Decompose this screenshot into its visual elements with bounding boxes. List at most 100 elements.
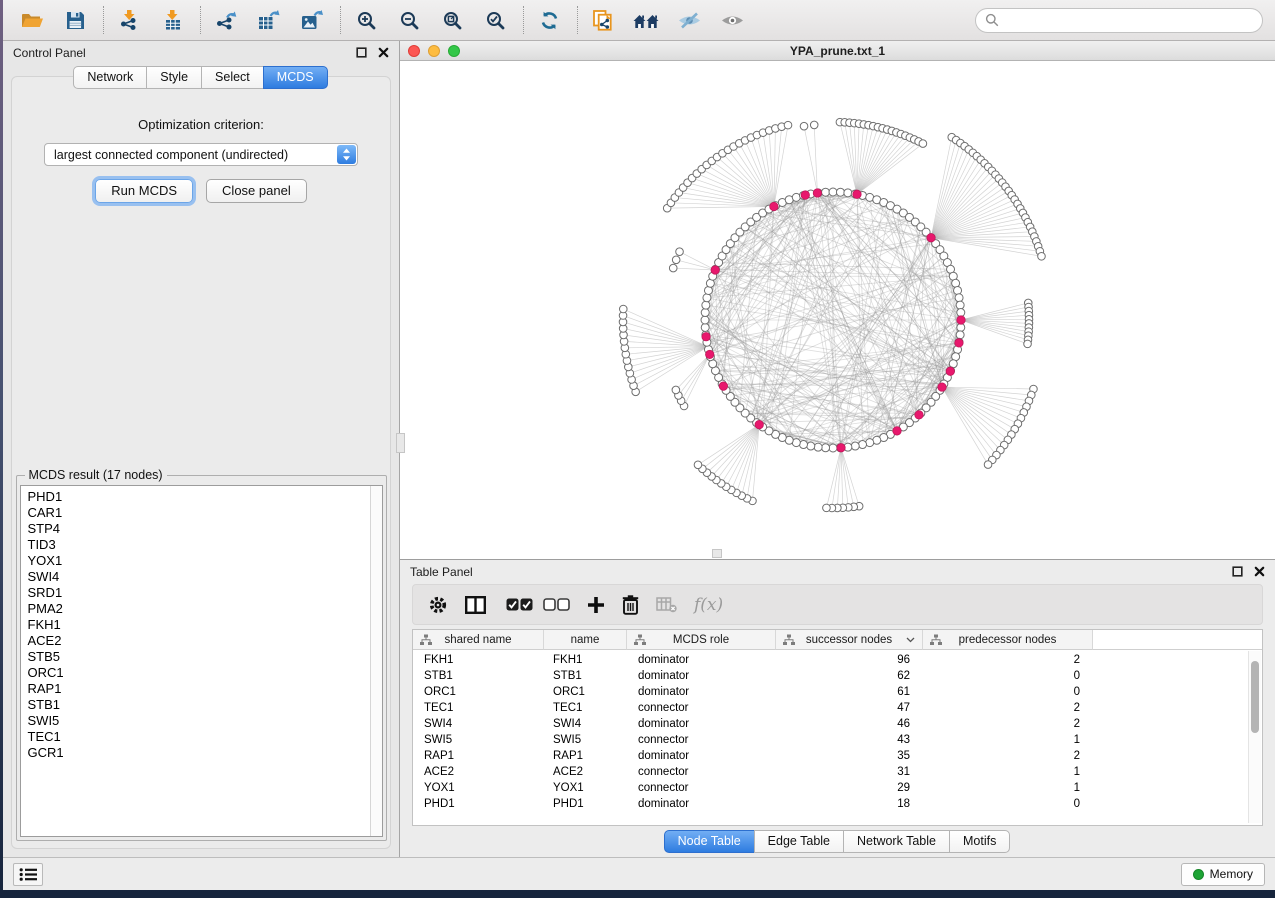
zoom-fit-button[interactable] xyxy=(435,6,469,34)
table-cell-successor-nodes[interactable]: 47 xyxy=(776,702,923,714)
mcds-result-scrollbar[interactable] xyxy=(370,486,382,836)
column-header-shared-name[interactable]: shared name xyxy=(413,630,544,650)
column-header-mcds-role[interactable]: MCDS role xyxy=(627,630,776,650)
network-node[interactable] xyxy=(955,294,963,302)
table-cell-successor-nodes[interactable]: 18 xyxy=(776,798,923,810)
network-node[interactable] xyxy=(822,188,830,196)
network-node[interactable] xyxy=(956,301,964,309)
float-panel-icon[interactable] xyxy=(1232,566,1243,577)
table-cell-mcds-role[interactable]: dominator xyxy=(627,670,776,682)
mcds-network-node[interactable] xyxy=(938,383,946,391)
table-cell-mcds-role[interactable]: dominator xyxy=(627,718,776,730)
mcds-result-item[interactable]: ACE2 xyxy=(28,633,370,649)
column-header-predecessor-nodes[interactable]: predecessor nodes xyxy=(923,630,1093,650)
table-row[interactable]: SWI4SWI4dominator462 xyxy=(413,716,1262,732)
table-cell-name[interactable]: PHD1 xyxy=(544,798,627,810)
mcds-result-item[interactable]: SWI5 xyxy=(28,713,370,729)
deselect-all-columns-button[interactable] xyxy=(543,598,570,611)
zoom-selected-button[interactable] xyxy=(478,6,512,34)
hide-selected-button[interactable] xyxy=(672,6,706,34)
table-cell-successor-nodes[interactable]: 31 xyxy=(776,766,923,778)
network-node[interactable] xyxy=(851,442,859,450)
mcds-network-node[interactable] xyxy=(706,350,714,358)
delete-table-button[interactable] xyxy=(656,597,677,613)
mcds-network-node[interactable] xyxy=(955,339,963,347)
tab-edge-table[interactable]: Edge Table xyxy=(754,830,844,853)
network-view[interactable] xyxy=(400,61,1275,559)
table-cell-name[interactable]: SWI5 xyxy=(544,734,627,746)
close-window-button[interactable] xyxy=(408,45,420,57)
mcds-network-node[interactable] xyxy=(719,382,727,390)
network-node[interactable] xyxy=(919,140,927,148)
horizontal-splitter-grip[interactable] xyxy=(712,549,722,558)
network-node[interactable] xyxy=(694,461,702,469)
export-image-button[interactable] xyxy=(295,6,329,34)
table-cell-mcds-role[interactable]: connector xyxy=(627,782,776,794)
network-node[interactable] xyxy=(703,294,711,302)
table-cell-shared-name[interactable]: FKH1 xyxy=(413,654,544,666)
mcds-network-node[interactable] xyxy=(813,189,821,197)
network-node[interactable] xyxy=(702,301,710,309)
table-row[interactable]: YOX1YOX1connector291 xyxy=(413,780,1262,796)
table-cell-mcds-role[interactable]: dominator xyxy=(627,686,776,698)
table-cell-shared-name[interactable]: ORC1 xyxy=(413,686,544,698)
mcds-network-node[interactable] xyxy=(755,420,763,428)
table-row[interactable]: STB1STB1dominator620 xyxy=(413,668,1262,684)
network-node[interactable] xyxy=(954,286,962,294)
table-row[interactable]: RAP1RAP1dominator352 xyxy=(413,748,1262,764)
mcds-network-node[interactable] xyxy=(702,333,710,341)
table-cell-predecessor-nodes[interactable]: 1 xyxy=(923,734,1093,746)
mcds-network-node[interactable] xyxy=(915,411,923,419)
save-session-button[interactable] xyxy=(58,6,92,34)
mcds-result-item[interactable]: GCR1 xyxy=(28,745,370,761)
column-header-successor-nodes[interactable]: successor nodes xyxy=(776,630,923,650)
table-cell-name[interactable]: TEC1 xyxy=(544,702,627,714)
table-cell-predecessor-nodes[interactable]: 0 xyxy=(923,798,1093,810)
table-cell-mcds-role[interactable]: connector xyxy=(627,734,776,746)
table-cell-successor-nodes[interactable]: 62 xyxy=(776,670,923,682)
network-node[interactable] xyxy=(619,305,627,313)
tab-node-table[interactable]: Node Table xyxy=(664,830,755,853)
table-row[interactable]: TEC1TEC1connector472 xyxy=(413,700,1262,716)
table-cell-name[interactable]: ACE2 xyxy=(544,766,627,778)
close-panel-icon[interactable] xyxy=(378,47,389,58)
mcds-network-node[interactable] xyxy=(927,234,935,242)
network-node[interactable] xyxy=(957,323,965,331)
export-network-button[interactable] xyxy=(209,6,243,34)
float-panel-icon[interactable] xyxy=(356,47,367,58)
select-all-columns-button[interactable] xyxy=(506,598,533,611)
import-network-button[interactable] xyxy=(112,6,146,34)
network-node[interactable] xyxy=(676,248,684,256)
table-settings-button[interactable] xyxy=(428,595,448,615)
table-cell-name[interactable]: ORC1 xyxy=(544,686,627,698)
zoom-out-button[interactable] xyxy=(392,6,426,34)
mcds-result-item[interactable]: STB5 xyxy=(28,649,370,665)
network-node[interactable] xyxy=(836,188,844,196)
table-cell-shared-name[interactable]: RAP1 xyxy=(413,750,544,762)
memory-button[interactable]: Memory xyxy=(1181,863,1265,886)
table-cell-predecessor-nodes[interactable]: 0 xyxy=(923,686,1093,698)
table-cell-mcds-role[interactable]: connector xyxy=(627,766,776,778)
network-node[interactable] xyxy=(672,386,680,394)
run-mcds-button[interactable]: Run MCDS xyxy=(95,179,193,203)
table-cell-shared-name[interactable]: STB1 xyxy=(413,670,544,682)
mcds-result-list[interactable]: PHD1CAR1STP4TID3YOX1SWI4SRD1PMA2FKH1ACE2… xyxy=(21,486,370,836)
mcds-network-node[interactable] xyxy=(946,367,954,375)
network-node[interactable] xyxy=(701,309,709,317)
table-row[interactable]: ORC1ORC1dominator610 xyxy=(413,684,1262,700)
network-node[interactable] xyxy=(1038,252,1046,260)
network-node[interactable] xyxy=(829,444,837,452)
mcds-result-item[interactable]: RAP1 xyxy=(28,681,370,697)
create-column-button[interactable] xyxy=(587,596,605,614)
table-cell-predecessor-nodes[interactable]: 2 xyxy=(923,718,1093,730)
optimization-criterion-select[interactable]: largest connected component (undirected) xyxy=(44,143,358,166)
open-file-button[interactable] xyxy=(15,6,49,34)
network-node[interactable] xyxy=(822,444,830,452)
network-node[interactable] xyxy=(957,309,965,317)
table-cell-successor-nodes[interactable]: 43 xyxy=(776,734,923,746)
table-cell-successor-nodes[interactable]: 96 xyxy=(776,654,923,666)
mcds-network-node[interactable] xyxy=(853,190,861,198)
column-header-name[interactable]: name xyxy=(544,630,627,650)
mcds-network-node[interactable] xyxy=(893,427,901,435)
network-node[interactable] xyxy=(810,121,818,129)
